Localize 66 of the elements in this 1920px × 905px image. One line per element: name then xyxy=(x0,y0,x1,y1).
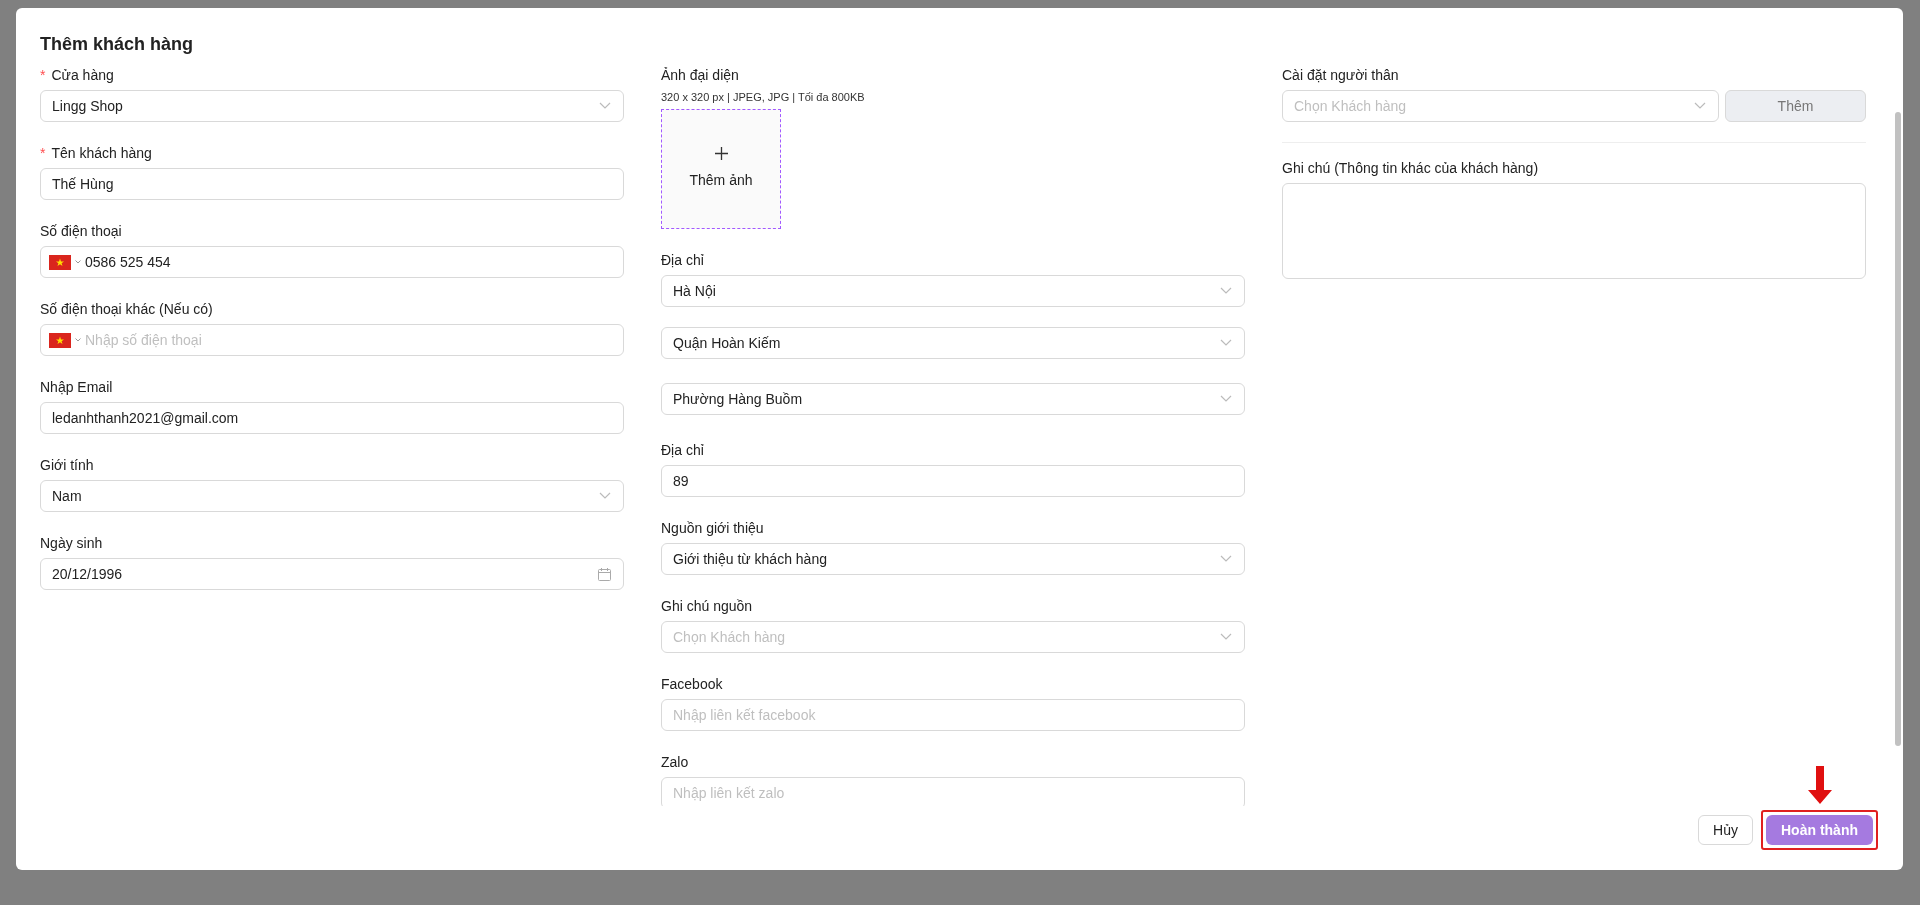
plus-icon xyxy=(714,147,728,160)
scrollbar[interactable] xyxy=(1895,112,1901,746)
placeholder-text: Chọn Khách hàng xyxy=(673,627,786,647)
phone-input-field[interactable]: 0586 525 454 xyxy=(40,246,624,278)
dropdown-field[interactable]: Nam xyxy=(40,480,624,512)
placeholder-text: Nhập số điện thoại xyxy=(85,330,202,350)
arrow-down-icon xyxy=(1807,766,1832,804)
field-label: Cài đặt người thân xyxy=(1282,65,1399,85)
add-button[interactable]: Thêm xyxy=(1725,90,1866,122)
field-value: Quận Hoàn Kiếm xyxy=(673,333,781,353)
field-value: Nam xyxy=(52,486,82,506)
field-label: Ảnh đại diện xyxy=(661,65,739,85)
field-value: 20/12/1996 xyxy=(52,564,123,584)
field-value: Thế Hùng xyxy=(52,174,114,194)
field-value: 0586 525 454 xyxy=(85,252,171,272)
cancel-button[interactable]: Hủy xyxy=(1698,815,1753,845)
field-label: Nhập Email xyxy=(40,377,113,397)
caret-icon[interactable] xyxy=(75,338,81,342)
placeholder-text: Nhập liên kết zalo xyxy=(673,783,785,803)
field-value: Phường Hàng Buồm xyxy=(673,389,803,409)
field-label: Giới tính xyxy=(40,455,94,475)
field-label: Ngày sinh xyxy=(40,533,103,553)
dropdown-field[interactable]: Hà Nội xyxy=(661,275,1245,307)
dropdown-field[interactable]: Lingg Shop xyxy=(40,90,624,122)
field-label: Facebook xyxy=(661,674,723,694)
placeholder-text: Chọn Khách hàng xyxy=(1294,96,1407,116)
flag-icon xyxy=(49,332,71,348)
input-field[interactable]: Thế Hùng xyxy=(40,168,624,200)
upload-hint: 320 x 320 px | JPEG, JPG | Tối đa 800KB xyxy=(661,90,866,104)
date-field[interactable]: 20/12/1996 xyxy=(40,558,624,590)
field-label: Số điện thoại khác (Nếu có) xyxy=(40,299,213,319)
dialog-title: Thêm khách hàng xyxy=(40,33,195,56)
caret-icon[interactable] xyxy=(75,260,81,264)
calendar-icon xyxy=(598,567,611,581)
placeholder-text: Nhập liên kết facebook xyxy=(673,705,816,725)
field-label: Nguồn giới thiệu xyxy=(661,518,764,538)
dropdown-field[interactable]: Giới thiệu từ khách hàng xyxy=(661,543,1245,575)
dropdown-field[interactable]: Quận Hoàn Kiếm xyxy=(661,327,1245,359)
field-label: Ghi chú nguồn xyxy=(661,596,753,616)
field-label: Địa chỉ xyxy=(661,440,704,460)
required-mark: * xyxy=(40,143,46,163)
chevron-down-icon xyxy=(1220,339,1232,347)
field-value: Lingg Shop xyxy=(52,96,123,116)
chevron-down-icon xyxy=(1220,633,1232,641)
dropdown-field[interactable]: Phường Hàng Buồm xyxy=(661,383,1245,415)
field-value: ledanhthanh2021@gmail.com xyxy=(52,408,239,428)
chevron-down-icon xyxy=(1220,395,1232,403)
field-label: Ghi chú (Thông tin khác của khách hàng) xyxy=(1282,158,1539,178)
chevron-down-icon xyxy=(599,492,611,500)
chevron-down-icon xyxy=(1694,102,1706,110)
field-label: Số điện thoại xyxy=(40,221,122,241)
field-label: Zalo xyxy=(661,752,689,772)
field-value: Giới thiệu từ khách hàng xyxy=(673,549,827,569)
required-mark: * xyxy=(40,65,46,85)
upload-button[interactable]: Thêm ảnh xyxy=(661,109,781,229)
chevron-down-icon xyxy=(599,102,611,110)
field-value: 89 xyxy=(673,471,689,491)
chevron-down-icon xyxy=(1220,287,1232,295)
field-label: Địa chỉ xyxy=(661,250,704,270)
field-value: Hà Nội xyxy=(673,281,716,301)
flag-icon xyxy=(49,254,71,270)
chevron-down-icon xyxy=(1220,555,1232,563)
input-field[interactable]: 89 xyxy=(661,465,1245,497)
input-field[interactable]: ledanhthanh2021@gmail.com xyxy=(40,402,624,434)
field-label: Tên khách hàng xyxy=(51,143,152,163)
field-label: Cửa hàng xyxy=(51,65,114,85)
